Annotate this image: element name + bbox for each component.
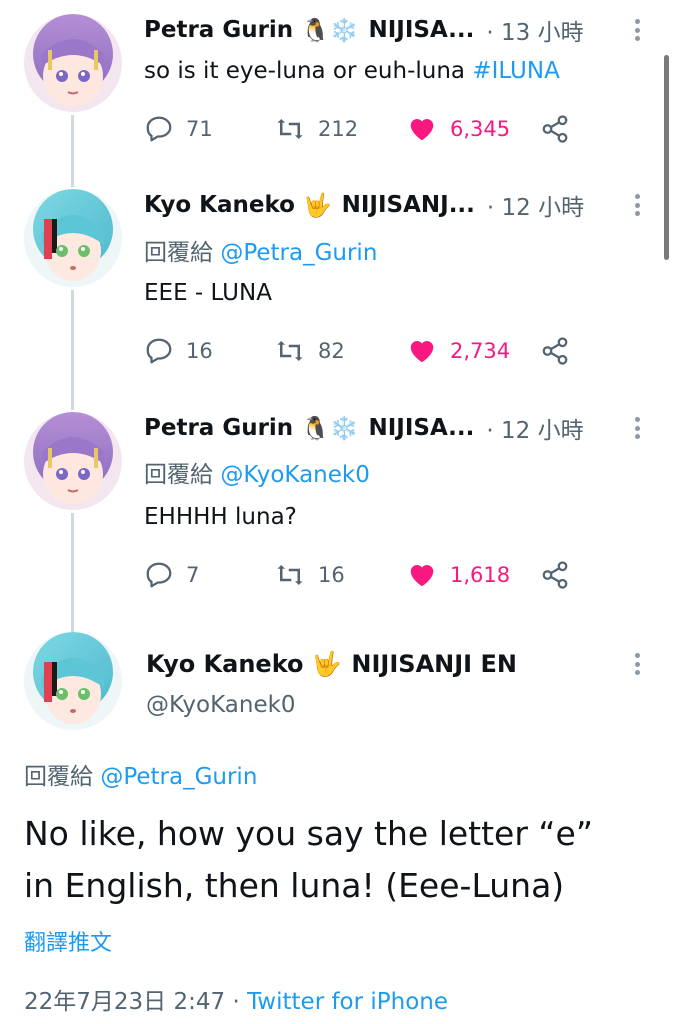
tweet-header: Kyo Kaneko 🤟 NIJISANJ... · 12 小時 (144, 188, 584, 222)
timestamp[interactable]: · 13 小時 (486, 13, 583, 47)
main-text-line: No like, how you say the letter “e” (24, 814, 593, 853)
tweet[interactable]: Petra Gurin 🐧❄️ NIJISA... · 12 小時 回覆給 @K… (0, 398, 673, 623)
translate-link[interactable]: 翻譯推文 (24, 925, 112, 957)
author-name[interactable]: Petra Gurin (144, 17, 293, 43)
share-icon (542, 337, 568, 365)
share-button[interactable] (540, 558, 570, 592)
reply-button[interactable]: 71 (144, 112, 213, 146)
reply-button[interactable]: 16 (144, 334, 213, 368)
badge-emoji: 🤟 (302, 192, 332, 219)
heart-icon (410, 119, 434, 141)
action-bar: 7 16 1,618 (144, 558, 584, 592)
like-button[interactable]: 6,345 (406, 112, 510, 146)
timestamp[interactable]: · 12 小時 (487, 188, 584, 222)
author-org: NIJISANJI EN (351, 650, 517, 678)
reply-count: 71 (186, 117, 213, 141)
reply-count: 7 (186, 563, 200, 587)
reply-icon (146, 116, 172, 142)
avatar[interactable] (24, 189, 122, 287)
timestamp[interactable]: · 12 小時 (486, 411, 583, 445)
reply-to-line: 回覆給 @KyoKanek0 (144, 455, 370, 489)
heart-icon (410, 341, 434, 363)
main-tweet-text: No like, how you say the letter “e” in E… (24, 808, 664, 912)
badge-emoji: 🤟 (311, 650, 342, 678)
tweet-text: so is it eye-luna or euh-luna #ILUNA (144, 58, 560, 84)
like-count: 2,734 (450, 339, 511, 363)
retweet-button[interactable]: 82 (274, 334, 345, 368)
more-icon[interactable] (631, 650, 643, 678)
author-name[interactable]: Kyo Kaneko (144, 192, 295, 218)
reply-icon (146, 562, 172, 588)
tweet-text-content: so is it eye-luna or euh-luna (144, 58, 473, 84)
badge-emoji: 🐧❄️ (301, 415, 359, 442)
tweet-text: EHHHH luna? (144, 504, 297, 530)
tweet-header: Petra Gurin 🐧❄️ NIJISA... · 12 小時 (144, 411, 584, 445)
like-button[interactable]: 1,618 (406, 558, 510, 592)
reply-to-line: 回覆給 @Petra_Gurin (24, 757, 257, 791)
author-handle[interactable]: @KyoKanek0 (146, 692, 296, 718)
retweet-button[interactable]: 16 (274, 558, 345, 592)
retweet-icon (277, 565, 303, 585)
reply-to-handle[interactable]: @Petra_Gurin (220, 240, 377, 266)
retweet-button[interactable]: 212 (274, 112, 358, 146)
more-icon[interactable] (631, 16, 643, 44)
reply-to-handle[interactable]: @Petra_Gurin (100, 764, 257, 790)
author-org: NIJISA... (368, 17, 475, 43)
tweet-meta: 22年7月23日 2:47 · Twitter for iPhone (24, 982, 448, 1016)
reply-count: 16 (186, 339, 213, 363)
retweet-count: 16 (318, 563, 345, 587)
share-icon (542, 561, 568, 589)
heart-icon (410, 565, 434, 587)
retweet-icon (277, 341, 303, 361)
hashtag-link[interactable]: #ILUNA (472, 58, 560, 84)
more-icon[interactable] (631, 191, 643, 219)
post-timestamp[interactable]: 22年7月23日 2:47 · (24, 989, 247, 1015)
avatar[interactable] (24, 412, 122, 510)
action-bar: 71 212 6,345 (144, 112, 584, 146)
reply-button[interactable]: 7 (144, 558, 199, 592)
client-link[interactable]: Twitter for iPhone (247, 989, 448, 1015)
main-text-line: in English, then luna! (Eee-Luna) (24, 866, 565, 905)
share-button[interactable] (540, 112, 570, 146)
tweet[interactable]: Kyo Kaneko 🤟 NIJISANJ... · 12 小時 回覆給 @Pe… (0, 175, 673, 400)
action-bar: 16 82 2,734 (144, 334, 584, 368)
reply-to-label: 回覆給 (144, 462, 221, 488)
tweet-text: EEE - LUNA (144, 280, 272, 306)
like-count: 6,345 (450, 117, 511, 141)
main-tweet-header: Kyo Kaneko 🤟 NIJISANJI EN (146, 646, 517, 682)
more-icon[interactable] (631, 414, 643, 442)
author-name[interactable]: Kyo Kaneko (146, 650, 304, 678)
share-icon (542, 115, 568, 143)
like-button[interactable]: 2,734 (406, 334, 510, 368)
retweet-count: 82 (318, 339, 345, 363)
reply-icon (146, 338, 172, 364)
author-org: NIJISA... (368, 415, 475, 441)
author-org: NIJISANJ... (341, 192, 475, 218)
reply-to-label: 回覆給 (144, 240, 221, 266)
reply-to-label: 回覆給 (24, 764, 101, 790)
retweet-count: 212 (318, 117, 359, 141)
retweet-icon (277, 119, 303, 139)
avatar[interactable] (24, 632, 122, 730)
like-count: 1,618 (450, 563, 511, 587)
reply-to-handle[interactable]: @KyoKanek0 (220, 462, 370, 488)
tweet[interactable]: Petra Gurin 🐧❄️ NIJISA... · 13 小時 so is … (0, 0, 673, 175)
badge-emoji: 🐧❄️ (301, 17, 359, 44)
avatar[interactable] (24, 14, 122, 112)
share-button[interactable] (540, 334, 570, 368)
tweet-header: Petra Gurin 🐧❄️ NIJISA... · 13 小時 (144, 13, 584, 47)
reply-to-line: 回覆給 @Petra_Gurin (144, 233, 377, 267)
author-name[interactable]: Petra Gurin (144, 415, 293, 441)
